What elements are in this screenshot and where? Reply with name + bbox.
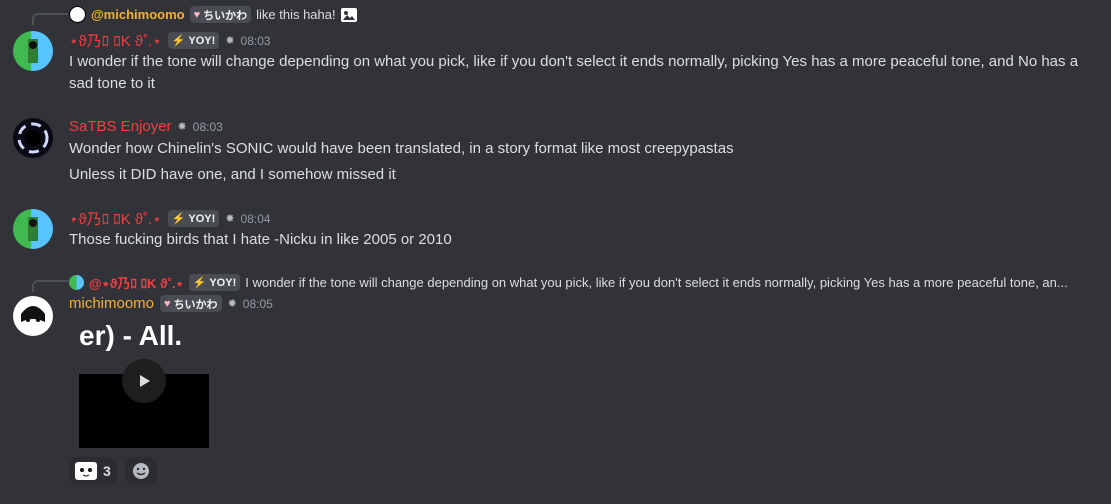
reply-preview[interactable]: @⋆ϑ乃ﾛ ﾛK ϑ˚.⋆ ⚡ YOY! I wonder if the ton… [69,273,1104,292]
server-tag-icon: ✸ [225,213,235,225]
role-badge: ⚡ YOY! [167,32,220,49]
message-text: Those fucking birds that I hate -Nicku i… [69,231,452,248]
reply-username[interactable]: @⋆ϑ乃ﾛ ﾛK ϑ˚.⋆ [89,273,184,292]
video-title: er) - All. [79,320,183,351]
reply-spine [32,13,68,25]
username[interactable]: michimoomo [69,295,154,312]
message-text: Wonder how Chinelin's SONIC would have b… [69,140,734,157]
reply-badge-label: ちいかわ [203,9,248,22]
reaction-button[interactable]: 3 [69,457,117,485]
server-tag-icon: ✸ [225,35,235,47]
image-icon [340,7,357,22]
play-icon [140,375,150,387]
message-text: Unless it DID have one, and I somehow mi… [69,166,396,183]
emoji-reaction-icon [75,462,97,480]
avatar[interactable] [13,118,53,158]
role-badge-label: YOY! [188,34,216,47]
reply-badge: ⚡ YOY! [188,274,241,291]
timestamp: 08:05 [242,296,273,311]
timestamp: 08:04 [240,211,271,226]
server-tag-icon: ✸ [177,121,187,133]
server-tag-icon: ✸ [227,298,237,310]
reply-badge-label: YOY! [209,276,237,289]
role-badge: ♥ ちいかわ [160,295,222,312]
lightning-icon: ⚡ [171,35,186,47]
reply-avatar [69,6,86,23]
add-reaction-button[interactable] [125,457,157,485]
avatar[interactable] [13,209,53,249]
role-badge-label: YOY! [188,212,216,225]
reply-text: I wonder if the tone will change dependi… [245,275,1068,290]
lightning-icon: ⚡ [192,277,207,289]
reply-avatar [69,275,84,290]
username[interactable]: ⋆ϑ乃ﾛ ﾛK ϑ˚.⋆ [69,30,162,51]
play-button[interactable] [122,359,166,403]
avatar[interactable] [13,296,53,336]
username[interactable]: ⋆ϑ乃ﾛ ﾛK ϑ˚.⋆ [69,208,162,229]
username[interactable]: SaTBS Enjoyer [69,118,172,135]
role-badge-label: ちいかわ [173,298,218,311]
heart-icon: ♥ [193,8,201,21]
reaction-count: 3 [103,463,111,479]
reply-badge: ♥ ちいかわ [189,6,252,23]
avatar[interactable] [13,31,53,71]
add-reaction-icon [133,463,149,479]
message-text: I wonder if the tone will change dependi… [69,53,1079,92]
timestamp: 08:03 [192,119,223,134]
message-header: michimoomo ♥ ちいかわ ✸ 08:05 [69,295,273,312]
message-header: ⋆ϑ乃ﾛ ﾛK ϑ˚.⋆ ⚡ YOY! ✸ 08:03 [69,30,271,51]
reply-text: like this haha! [256,7,336,22]
role-badge: ⚡ YOY! [167,210,220,227]
reply-spine [32,280,68,292]
lightning-icon: ⚡ [171,213,186,225]
message-header: ⋆ϑ乃ﾛ ﾛK ϑ˚.⋆ ⚡ YOY! ✸ 08:04 [69,208,271,229]
heart-icon: ♥ [164,297,171,310]
video-embed[interactable]: er) - All. [79,318,209,448]
timestamp: 08:03 [240,33,271,48]
message-header: SaTBS Enjoyer ✸ 08:03 [69,118,223,135]
reply-preview[interactable]: @michimoomo ♥ ちいかわ like this haha! [69,6,357,23]
reply-username[interactable]: @michimoomo [91,7,185,22]
